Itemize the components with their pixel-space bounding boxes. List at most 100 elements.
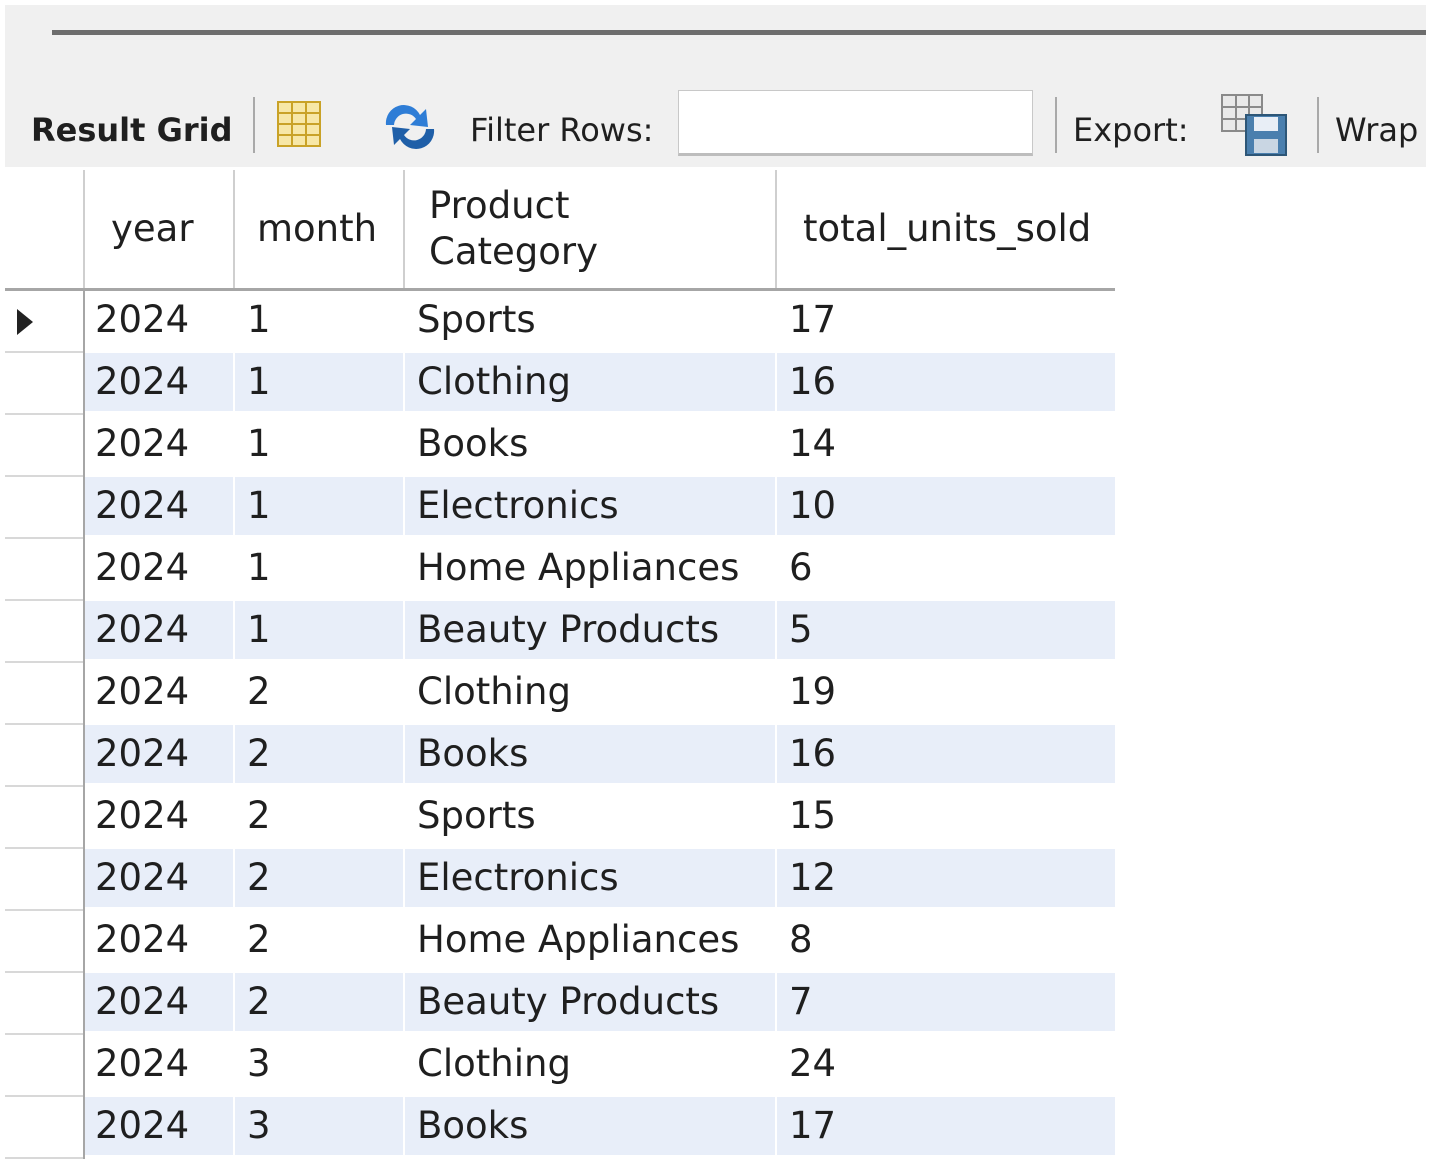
refresh-icon[interactable] [380,103,440,155]
cell-product-category[interactable]: Clothing [405,353,775,411]
row-selector[interactable] [5,787,83,849]
cell-product-category[interactable]: Home Appliances [405,539,775,597]
cell-month[interactable]: 2 [235,663,403,721]
filter-rows-label: Filter Rows: [470,111,654,149]
cell-month[interactable]: 1 [235,291,403,349]
cell-total-units-sold[interactable]: 17 [777,291,1115,349]
table-row[interactable]: 2024 1 Books 14 [5,415,1115,477]
table-row[interactable]: 2024 1 Electronics 10 [5,477,1115,539]
row-selector[interactable] [5,539,83,601]
table-row[interactable]: 2024 2 Electronics 12 [5,849,1115,911]
result-grid-label[interactable]: Result Grid [31,110,233,150]
cell-product-category[interactable]: Electronics [405,849,775,907]
cell-year[interactable]: 2024 [83,601,233,659]
row-selector[interactable] [5,1097,83,1159]
cell-product-category[interactable]: Sports [405,787,775,845]
cell-product-category[interactable]: Beauty Products [405,601,775,659]
cell-month[interactable]: 1 [235,539,403,597]
toolbar-separator [1055,97,1057,153]
cell-year[interactable]: 2024 [83,539,233,597]
cell-year[interactable]: 2024 [83,725,233,783]
cell-year[interactable]: 2024 [83,911,233,969]
cell-month[interactable]: 2 [235,787,403,845]
cell-total-units-sold[interactable]: 24 [777,1035,1115,1093]
export-save-icon[interactable] [1220,93,1290,161]
row-selector[interactable] [5,291,83,353]
row-selector[interactable] [5,353,83,415]
row-selector[interactable] [5,911,83,973]
grid-layout-icon[interactable] [275,99,323,153]
cell-total-units-sold[interactable]: 5 [777,601,1115,659]
row-selector[interactable] [5,415,83,477]
cell-year[interactable]: 2024 [83,353,233,411]
column-header-year[interactable]: year [83,170,233,288]
column-header-total-units-sold[interactable]: total_units_sold [775,170,1115,288]
cell-product-category[interactable]: Sports [405,291,775,349]
table-row[interactable]: 2024 1 Home Appliances 6 [5,539,1115,601]
cell-month[interactable]: 2 [235,725,403,783]
cell-month[interactable]: 3 [235,1097,403,1155]
panel-splitter[interactable] [52,30,1426,35]
cell-total-units-sold[interactable]: 7 [777,973,1115,1031]
cell-year[interactable]: 2024 [83,477,233,535]
cell-product-category[interactable]: Books [405,415,775,473]
row-selector[interactable] [5,477,83,539]
cell-year[interactable]: 2024 [83,415,233,473]
table-row[interactable]: 2024 2 Beauty Products 7 [5,973,1115,1035]
table-row[interactable]: 2024 1 Sports 17 [5,291,1115,353]
cell-product-category[interactable]: Clothing [405,1035,775,1093]
table-row[interactable]: 2024 2 Sports 15 [5,787,1115,849]
cell-month[interactable]: 2 [235,911,403,969]
cell-total-units-sold[interactable]: 8 [777,911,1115,969]
row-selector[interactable] [5,601,83,663]
row-header-divider [83,291,85,1159]
cell-total-units-sold[interactable]: 16 [777,725,1115,783]
column-header-product-category-label: Product Category [429,184,599,273]
cell-product-category[interactable]: Beauty Products [405,973,775,1031]
cell-year[interactable]: 2024 [83,663,233,721]
top-panel-strip [5,5,1426,85]
cell-month[interactable]: 3 [235,1035,403,1093]
table-row[interactable]: 2024 1 Beauty Products 5 [5,601,1115,663]
column-header-product-category[interactable]: Product Category [403,170,775,288]
cell-total-units-sold[interactable]: 14 [777,415,1115,473]
table-row[interactable]: 2024 3 Books 17 [5,1097,1115,1159]
column-header-month[interactable]: month [233,170,403,288]
cell-total-units-sold[interactable]: 19 [777,663,1115,721]
cell-month[interactable]: 2 [235,849,403,907]
cell-total-units-sold[interactable]: 16 [777,353,1115,411]
cell-month[interactable]: 1 [235,477,403,535]
table-row[interactable]: 2024 2 Books 16 [5,725,1115,787]
cell-product-category[interactable]: Books [405,725,775,783]
cell-month[interactable]: 2 [235,973,403,1031]
row-selector[interactable] [5,849,83,911]
cell-product-category[interactable]: Home Appliances [405,911,775,969]
cell-month[interactable]: 1 [235,601,403,659]
row-selector[interactable] [5,973,83,1035]
cell-total-units-sold[interactable]: 10 [777,477,1115,535]
table-row[interactable]: 2024 3 Clothing 24 [5,1035,1115,1097]
cell-product-category[interactable]: Electronics [405,477,775,535]
row-selector[interactable] [5,663,83,725]
cell-total-units-sold[interactable]: 6 [777,539,1115,597]
wrap-toggle[interactable]: Wrap [1335,110,1418,150]
cell-total-units-sold[interactable]: 15 [777,787,1115,845]
table-row[interactable]: 2024 2 Clothing 19 [5,663,1115,725]
row-selector[interactable] [5,1035,83,1097]
table-row[interactable]: 2024 1 Clothing 16 [5,353,1115,415]
row-selector[interactable] [5,725,83,787]
cell-year[interactable]: 2024 [83,787,233,845]
cell-product-category[interactable]: Clothing [405,663,775,721]
cell-year[interactable]: 2024 [83,849,233,907]
cell-year[interactable]: 2024 [83,973,233,1031]
cell-total-units-sold[interactable]: 17 [777,1097,1115,1155]
cell-month[interactable]: 1 [235,415,403,473]
cell-year[interactable]: 2024 [83,1035,233,1093]
cell-total-units-sold[interactable]: 12 [777,849,1115,907]
cell-year[interactable]: 2024 [83,291,233,349]
cell-year[interactable]: 2024 [83,1097,233,1155]
filter-rows-input[interactable] [678,90,1033,156]
cell-product-category[interactable]: Books [405,1097,775,1155]
cell-month[interactable]: 1 [235,353,403,411]
table-row[interactable]: 2024 2 Home Appliances 8 [5,911,1115,973]
